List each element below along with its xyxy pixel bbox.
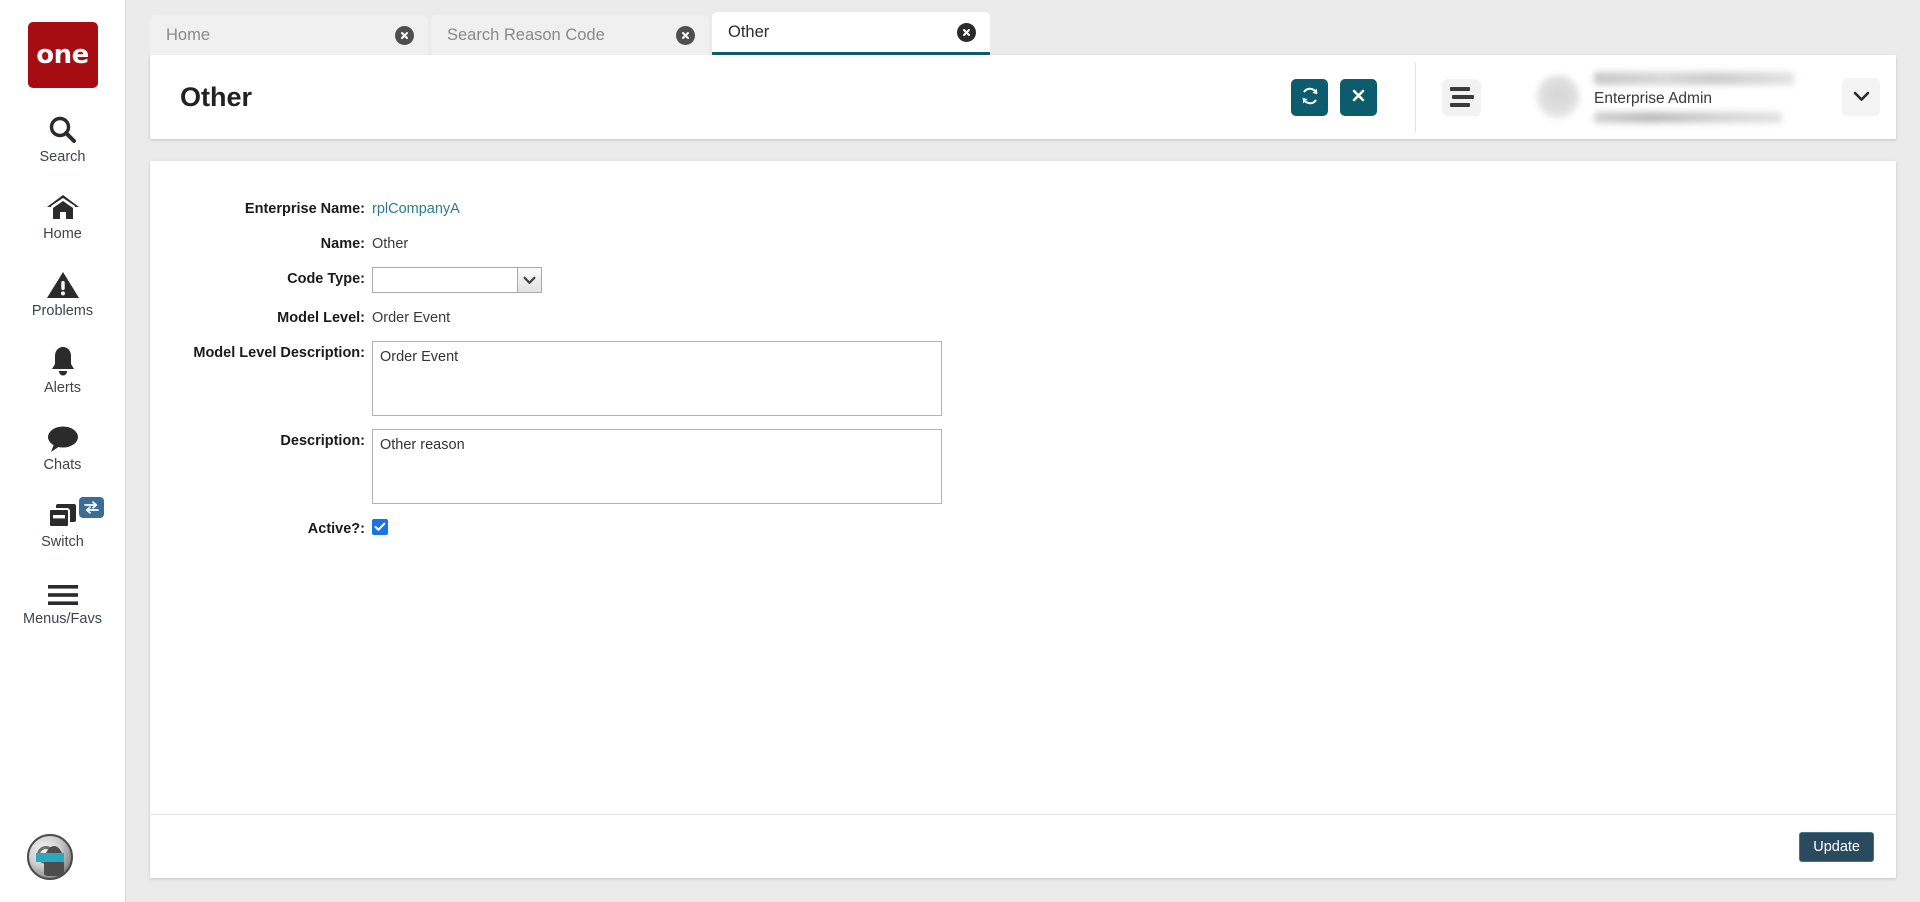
refresh-button[interactable] [1291,78,1328,116]
page-header-card: Other Enterprise Admin [150,55,1896,139]
tab-home[interactable]: Home [150,15,428,55]
active-checkbox[interactable] [372,519,388,535]
sidebar-item-alerts[interactable]: Alerts [0,341,126,396]
form-area: Enterprise Name: rplCompanyA Name: Other… [150,161,1896,814]
bell-icon [48,341,78,377]
chevron-down-icon[interactable] [517,268,541,292]
sidebar-item-label: Chats [43,457,82,473]
main-region: Home Search Reason Code Other Other Ente… [126,0,1920,902]
sidebar-item-label: Search [39,149,86,165]
field-label: Model Level Description: [193,345,365,361]
sidebar-item-home[interactable]: Home [0,187,126,242]
sidebar-item-label: Switch [41,534,84,550]
refresh-icon [1300,86,1320,109]
description-textarea[interactable] [372,429,942,504]
bottom-spacer [126,878,1920,902]
model-level-value: Order Event [372,310,451,326]
tab-label: Other [728,22,770,41]
field-label: Active?: [307,521,365,537]
page-header: Other Enterprise Admin [150,55,1896,139]
tab-other[interactable]: Other [712,12,990,55]
tab-search-reason-code[interactable]: Search Reason Code [431,15,709,55]
user-org-redacted [1594,111,1782,123]
header-divider [1415,62,1416,132]
field-label: Code Type: [287,271,365,287]
sidebar-item-label: Problems [31,303,94,319]
user-menu-button[interactable] [1842,78,1880,116]
tab-label: Home [166,25,211,44]
close-icon[interactable] [676,25,695,45]
sidebar-item-menus-favs[interactable]: Menus/Favs [0,572,126,627]
enterprise-name-link[interactable]: rplCompanyA [372,197,460,219]
swap-arrows-icon[interactable] [78,497,104,518]
hamburger-bar-2 [1452,95,1474,99]
close-icon[interactable] [957,22,976,42]
field-label: Model Level: [277,310,365,326]
field-description: Description: [150,429,1896,504]
field-enterprise-name: Enterprise Name: rplCompanyA [150,197,1896,219]
close-page-button[interactable] [1340,78,1377,116]
user-name-redacted [1594,71,1794,85]
user-role-label: Enterprise Admin [1594,89,1713,107]
hamburger-icon [46,572,80,608]
user-account-zone[interactable]: Enterprise Admin [1536,68,1880,126]
sidebar-item-label: Home [43,226,82,242]
form-card: Enterprise Name: rplCompanyA Name: Other… [150,161,1896,878]
field-model-level: Model Level: Order Event [150,306,1896,328]
model-level-description-textarea[interactable] [372,341,942,416]
field-model-level-description: Model Level Description: [150,341,1896,416]
hamburger-bar-3 [1450,103,1470,107]
user-profile-avatar-icon[interactable] [27,834,73,880]
sidebar-item-switch[interactable]: Switch [0,495,126,550]
close-x-icon [1350,87,1367,107]
field-name: Name: Other [150,232,1896,254]
warning-triangle-icon [46,264,80,300]
sidebar-item-chats[interactable]: Chats [0,418,126,473]
brand-logo[interactable]: one [27,22,98,88]
user-text-block: Enterprise Admin [1594,68,1816,126]
field-label: Enterprise Name: [244,201,365,217]
code-type-select[interactable] [372,267,542,293]
tab-bar: Home Search Reason Code Other [126,0,1920,55]
form-footer: Update [150,814,1896,878]
close-icon[interactable] [395,25,414,45]
tab-label: Search Reason Code [447,25,605,44]
hamburger-menu-button[interactable] [1442,78,1481,116]
code-type-selected-value [373,268,517,292]
windows-stack-icon [46,495,80,531]
sidebar-item-label: Alerts [43,380,82,396]
sidebar-item-problems[interactable]: Problems [0,264,126,319]
field-label: Name: [320,236,365,252]
brand-logo-text: one [36,40,89,70]
sidebar-item-search[interactable]: Search [0,110,126,165]
field-active: Active?: [150,517,1896,539]
search-icon [47,110,79,146]
sidebar-item-label: Menus/Favs [23,611,102,627]
hamburger-bar-1 [1450,87,1470,91]
chevron-down-icon [1853,90,1870,105]
left-sidebar: one Search Home Problems Alerts Chats Sw… [0,0,126,902]
home-icon [45,187,81,223]
field-label: Description: [280,433,365,449]
chat-bubble-icon [46,418,80,454]
avatar [1536,75,1580,119]
name-value: Other [372,236,409,252]
page-title: Other [180,81,253,112]
field-code-type: Code Type: [150,267,1896,293]
update-button[interactable]: Update [1799,831,1874,862]
avatar-visor-shape [36,853,64,862]
